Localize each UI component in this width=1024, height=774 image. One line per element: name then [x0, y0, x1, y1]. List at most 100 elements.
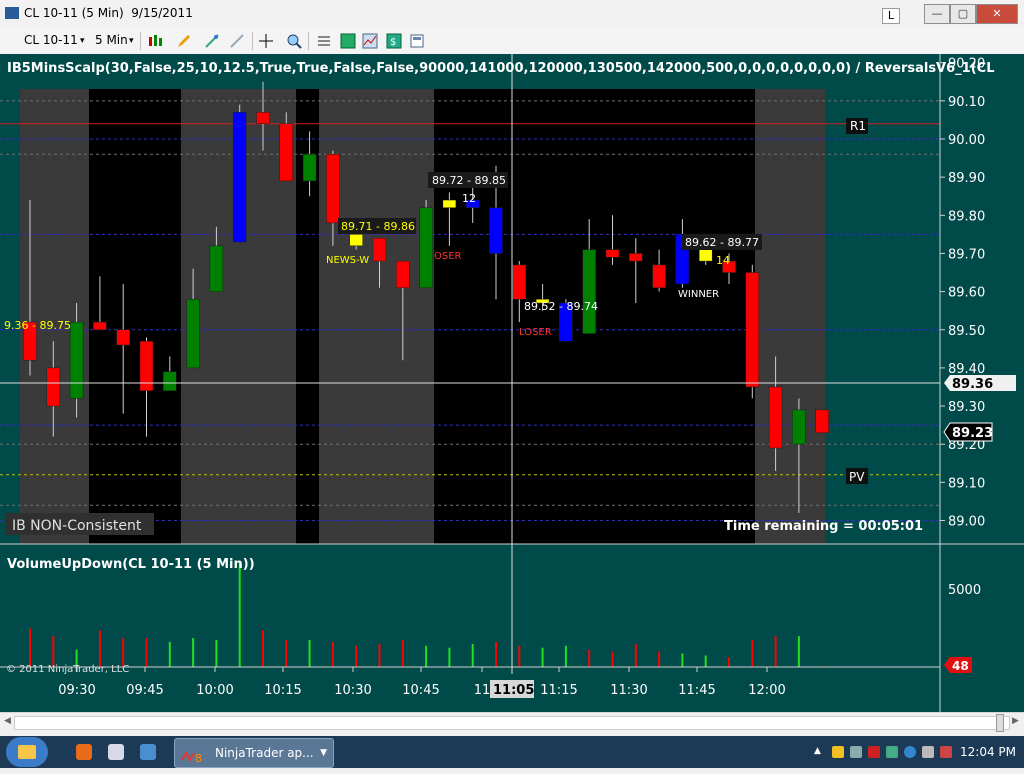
level-r1: R1	[846, 118, 868, 134]
horizontal-scrollbar[interactable]: ◀ ▶	[0, 712, 1024, 733]
tray-network-icon[interactable]	[850, 746, 862, 758]
candle-body	[652, 264, 666, 289]
time-tick-label: 11:45	[678, 683, 715, 698]
tray-globe-icon[interactable]	[904, 746, 916, 758]
time-remaining-label: Time remaining = 00:05:01	[724, 519, 923, 534]
restore-button[interactable]: ▢	[950, 4, 976, 24]
candle-body	[326, 154, 340, 224]
svg-text:8: 8	[195, 752, 202, 764]
interval-selector[interactable]: 5 Min	[95, 33, 128, 47]
scroll-thumb[interactable]	[996, 714, 1004, 732]
minimize-button[interactable]: —	[924, 4, 950, 24]
chart-area[interactable]: 90.2090.1090.0089.9089.8089.7089.6089.50…	[0, 54, 1024, 712]
annotation-count-14: 14	[716, 254, 730, 267]
session-band	[89, 89, 181, 544]
time-tick-label: 11	[474, 683, 491, 698]
candle-body	[302, 154, 317, 182]
price-tick-label: 90.10	[948, 95, 985, 110]
tray-monitor-icon[interactable]	[922, 746, 934, 758]
crosshair-time-marker: 11:05	[490, 680, 534, 698]
time-tick-label: 10:15	[264, 683, 301, 698]
candle-body	[256, 112, 270, 124]
candle-body	[93, 321, 107, 330]
crosshair-price-marker: 89.36	[944, 375, 1016, 392]
window-title: CL 10-11 (5 Min) 9/15/2011	[24, 6, 193, 20]
toolbar-separator	[308, 32, 309, 50]
crosshair-icon[interactable]	[258, 33, 274, 49]
tray-shield-icon[interactable]	[832, 746, 844, 758]
scroll-track[interactable]	[14, 716, 1010, 730]
level-r1-label: R1	[850, 119, 866, 133]
properties-icon[interactable]	[316, 33, 332, 49]
start-button[interactable]	[6, 737, 48, 767]
volume-axis-label: 5000	[948, 583, 981, 598]
taskbar-ninjatrader-button[interactable]: 8 NinjaTrader ap... ▼	[174, 738, 334, 768]
annotation-range-1: 9.36 - 89.75	[4, 319, 71, 332]
time-tick-label: 11:30	[610, 683, 647, 698]
tray-expand-icon[interactable]: ▲	[814, 746, 826, 758]
candle-body	[116, 329, 130, 346]
candle-body	[46, 367, 61, 407]
level-pv-label: PV	[849, 470, 865, 484]
candle-body	[419, 207, 433, 289]
time-tick-label: 10:00	[196, 683, 233, 698]
indicator-header: IB5MinsScalp(30,False,25,10,12.5,True,Tr…	[7, 61, 994, 76]
annotation-winner: WINNER	[678, 289, 719, 300]
close-button[interactable]: ✕	[976, 4, 1018, 24]
indicators-icon[interactable]	[362, 33, 378, 49]
app-shortcut-icon[interactable]	[140, 744, 156, 760]
taskbar-dropdown-icon[interactable]: ▼	[320, 739, 327, 767]
annotation-range-4: 89.52 - 89.74	[524, 300, 598, 313]
interval-dropdown-icon[interactable]: ▾	[129, 36, 134, 46]
candle-body	[768, 386, 783, 449]
candle-body	[186, 298, 200, 369]
last-price-label: 89.23	[952, 426, 993, 441]
instrument-selector[interactable]: CL 10-11	[24, 33, 78, 47]
session-bands	[20, 89, 825, 544]
price-tick-label: 89.40	[948, 362, 985, 377]
level-pv: PV	[846, 468, 868, 484]
drawing-tools-alt-icon[interactable]	[229, 33, 245, 49]
candle-body	[163, 371, 177, 392]
templates-icon[interactable]	[409, 33, 425, 49]
instrument-dropdown-icon[interactable]: ▾	[80, 36, 85, 46]
bar-type-icon[interactable]	[147, 33, 163, 49]
annotation-range-3: 89.72 - 89.85	[432, 174, 506, 187]
strategies-icon[interactable]	[340, 33, 356, 49]
ninjatrader-icon: 8	[181, 746, 203, 765]
crosshair-price-label: 89.36	[952, 377, 993, 392]
window-icon[interactable]	[108, 744, 124, 760]
tray-app-icon[interactable]	[886, 746, 898, 758]
pencil-icon[interactable]	[176, 33, 192, 49]
tray-close-icon[interactable]	[868, 746, 880, 758]
time-tick-label: 09:30	[58, 683, 95, 698]
time-tick-label: 11:15	[540, 683, 577, 698]
candle-body	[489, 207, 503, 254]
annotation-loser-1: OSER	[434, 251, 462, 262]
firefox-icon[interactable]	[76, 744, 92, 760]
link-button[interactable]: L	[882, 8, 900, 24]
tray-antivirus-icon[interactable]	[940, 746, 952, 758]
drawing-tools-icon[interactable]	[204, 33, 220, 49]
scroll-left-icon[interactable]: ◀	[4, 716, 11, 726]
chart-toolbar: CL 10-11 ▾ 5 Min ▾ $	[0, 28, 1024, 55]
candle-body	[396, 260, 410, 289]
candle-body	[232, 112, 247, 243]
price-tick-label: 89.60	[948, 286, 985, 301]
title-bar: CL 10-11 (5 Min) 9/15/2011 L — ▢ ✕	[0, 0, 1024, 29]
toolbar-separator	[252, 32, 253, 50]
candle-body	[279, 123, 294, 182]
zoom-icon[interactable]	[286, 33, 302, 49]
candle-body	[792, 409, 806, 445]
toolbar-separator	[140, 32, 141, 50]
candle-body	[372, 237, 387, 262]
candle-body	[442, 199, 457, 208]
price-tick-label: 89.10	[948, 476, 985, 491]
annotation-range-5: 89.62 - 89.77	[685, 236, 759, 249]
price-tick-label: 89.00	[948, 515, 985, 530]
data-box-icon[interactable]: $	[386, 33, 402, 49]
scroll-right-icon[interactable]: ▶	[1012, 716, 1019, 726]
session-band	[755, 89, 825, 544]
annotation-count-12: 12	[462, 192, 476, 205]
status-text: IB NON-Consistent	[12, 518, 142, 534]
